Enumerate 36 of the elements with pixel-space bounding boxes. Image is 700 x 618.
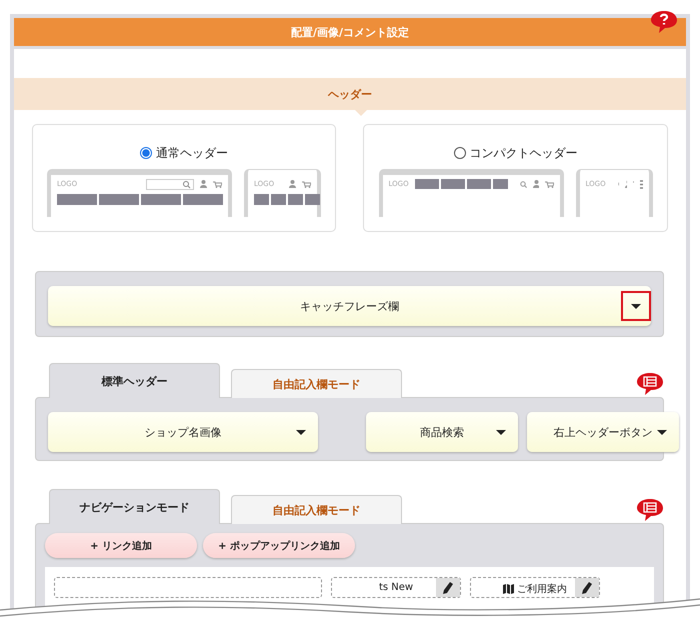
link-item[interactable]: ご利用案内 (470, 577, 600, 598)
link-item[interactable]: ts New (331, 577, 461, 598)
link-label: ts New (378, 582, 414, 593)
edit-button[interactable] (436, 578, 460, 597)
list-bubble-icon[interactable] (636, 498, 664, 522)
caret-icon (496, 430, 506, 434)
option-label: コンパクトヘッダー (470, 144, 578, 162)
tab[interactable]: 自由記入欄モード (231, 369, 402, 398)
edit-button[interactable] (575, 578, 599, 597)
caret-icon (296, 430, 306, 434)
add-link-button[interactable]: + リンク追加 (45, 533, 197, 558)
link-item[interactable] (54, 577, 322, 598)
link-label: ご利用案内 (517, 582, 567, 596)
add-link-button[interactable]: + ポップアップリンク追加 (203, 533, 355, 558)
nav-bar-drawing (254, 194, 321, 205)
help-icon[interactable] (650, 10, 678, 34)
dropdown-select[interactable]: 商品検索 (366, 412, 518, 452)
tab[interactable]: 自由記入欄モード (231, 495, 402, 524)
tab[interactable]: 標準ヘッダー (49, 363, 220, 398)
menu-icon (640, 180, 643, 188)
catchphrase-select[interactable]: キャッチフレーズ欄 (48, 286, 651, 326)
radio-button[interactable] (140, 147, 152, 159)
page-title: 配置/画像/コメント設定 (290, 24, 410, 40)
search-field-drawing (146, 178, 194, 190)
tab[interactable]: ナビゲーションモード (49, 489, 220, 524)
pencil-icon (443, 582, 453, 594)
list-bubble-icon[interactable] (636, 372, 664, 396)
dropdown-caret-icon[interactable] (621, 291, 651, 321)
pencil-icon (582, 582, 592, 594)
radio-button[interactable] (454, 147, 466, 159)
dropdown-select[interactable]: 右上ヘッダーボタン (527, 412, 679, 452)
caret-icon (657, 430, 667, 434)
map-icon (503, 584, 514, 594)
section-title: ヘッダー (328, 86, 372, 102)
dropdown-select[interactable]: ショップ名画像 (48, 412, 318, 452)
option-label: 通常ヘッダー (156, 144, 228, 162)
